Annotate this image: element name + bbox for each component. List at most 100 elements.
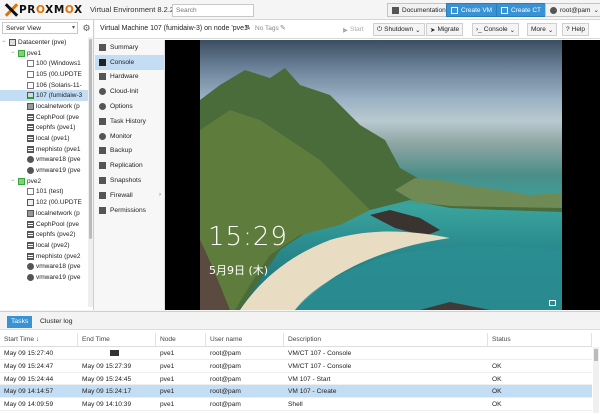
tree-item-storage[interactable]: local (pve2) (0, 240, 88, 251)
tree-item-node[interactable]: − pve2 (0, 176, 88, 187)
chevron-right-icon: › (159, 192, 161, 199)
tree-item-label: mephisto (pve1 (36, 145, 81, 153)
search-input[interactable] (172, 4, 254, 17)
tree-item-storage[interactable]: vmware18 (pve (0, 261, 88, 272)
more-button[interactable]: More ⌄ (527, 23, 558, 36)
cell-node: pve1 (160, 350, 175, 357)
column-header[interactable]: Description (284, 333, 488, 346)
node-icon (18, 177, 25, 185)
cloud-icon (99, 88, 106, 96)
tree-item-storage[interactable]: vmware18 (pve (0, 155, 88, 166)
start-button[interactable]: ▶ Start (339, 23, 368, 36)
menu-item-label: Cloud-Init (110, 88, 139, 96)
create-vm-label: Create VM (461, 6, 493, 14)
scrollbar-thumb[interactable] (594, 349, 598, 361)
tree-scrollbar[interactable] (88, 37, 93, 307)
menu-item-task-history[interactable]: Task History (95, 114, 164, 129)
migrate-label: Migrate (437, 26, 460, 33)
menu-item-label: Options (110, 103, 133, 111)
proxmox-x-icon (4, 3, 18, 17)
column-header[interactable]: User name (206, 333, 284, 346)
tree-item-vm[interactable]: 106 (Solaris-11- (0, 80, 88, 91)
tree-item-vm[interactable]: 105 (00.UPDTE (0, 69, 88, 80)
table-row[interactable]: May 09 14:09:59 May 09 14:10:39 pve1 roo… (0, 398, 592, 411)
tree-item-label: vmware19 (pve (36, 273, 81, 281)
tree-item-storage[interactable]: vmware19 (pve (0, 272, 88, 283)
vm-icon (27, 70, 34, 78)
menu-item-firewall[interactable]: Firewall › (95, 188, 164, 203)
tree-item-label: vmware18 (pve (36, 156, 81, 164)
tree-item-storage[interactable]: CephPool (pve (0, 112, 88, 123)
collapse-icon[interactable]: − (11, 178, 18, 184)
lock-screen[interactable]: 15:29 5月9日 (木) (200, 40, 562, 310)
tree-item-vm-selected[interactable]: 107 (fumidaiw-3 (0, 90, 88, 102)
scrollbar-thumb[interactable] (89, 39, 92, 239)
tree-item-datacenter[interactable]: − Datacenter (pve) (0, 37, 88, 48)
tree-item-sdn[interactable]: localnetwork (p (0, 208, 88, 219)
storage-icon (27, 124, 34, 132)
menu-item-backup[interactable]: Backup (95, 144, 164, 159)
table-row-selected[interactable]: May 09 14:14:57 May 09 15:24:17 pve1 roo… (0, 385, 592, 399)
pencil-icon[interactable]: ✎ (245, 24, 251, 32)
collapse-icon[interactable]: − (11, 50, 18, 56)
help-button[interactable]: ? Help (562, 23, 589, 36)
table-row[interactable]: May 09 15:27:40 pve1 root@pam VM/CT 107 … (0, 347, 592, 360)
tree-item-label: cephfs (pve2) (36, 231, 76, 239)
menu-item-label: Firewall (110, 191, 133, 199)
tree-item-storage[interactable]: CephPool (pve (0, 219, 88, 230)
tree-item-storage[interactable]: cephfs (pve1) (0, 123, 88, 134)
column-header[interactable]: Start Time ↓ (0, 333, 78, 346)
menu-item-permissions[interactable]: Permissions (95, 203, 164, 218)
vm-toolbar: Virtual Machine 107 (fumidaiw-3) on node… (95, 20, 600, 39)
cloud-icon (27, 263, 34, 271)
menu-item-options[interactable]: Options (95, 99, 164, 114)
menu-item-snapshots[interactable]: Snapshots (95, 173, 164, 188)
column-header[interactable]: Status (488, 333, 592, 346)
storage-icon (27, 135, 34, 143)
shutdown-label: Shutdown (384, 26, 414, 33)
tree-item-label: 101 (test) (36, 188, 64, 196)
menu-item-replication[interactable]: Replication (95, 158, 164, 173)
menu-item-summary[interactable]: Summary (95, 40, 164, 55)
create-vm-button[interactable]: Create VM (446, 3, 498, 17)
template-icon (27, 199, 34, 207)
pencil-icon[interactable]: ✎ (280, 24, 286, 32)
menu-item-console[interactable]: Console (95, 54, 164, 70)
console-button[interactable]: ›_ Console ⌄ (472, 23, 520, 36)
menu-item-label: Replication (110, 162, 143, 170)
user-menu-button[interactable]: root@pam ⌄ (545, 3, 600, 17)
cell-description: VM/CT 107 - Console (288, 362, 352, 370)
tree-item-vm[interactable]: 102 (00.UPDTE (0, 197, 88, 208)
tree-item-vm[interactable]: 100 (Windows1 (0, 58, 88, 69)
tree-item-storage[interactable]: vmware19 (pve (0, 165, 88, 176)
log-scrollbar[interactable] (593, 347, 599, 413)
gear-icon (99, 103, 106, 111)
menu-item-hardware[interactable]: Hardware (95, 70, 164, 85)
tab-cluster-log[interactable]: Cluster log (36, 316, 77, 328)
column-header[interactable]: End Time (78, 333, 156, 346)
vm-icon (27, 81, 34, 89)
shutdown-button[interactable]: ⏻ Shutdown ⌄ (373, 23, 425, 36)
tree-item-label: pve1 (27, 49, 42, 57)
migrate-button[interactable]: ➤ Migrate (426, 23, 464, 36)
documentation-button[interactable]: Documentation (387, 3, 451, 17)
server-view-select[interactable]: Server View ▾ (2, 22, 78, 34)
tab-tasks[interactable]: Tasks (7, 316, 33, 328)
column-header[interactable]: Node (156, 333, 206, 346)
table-row[interactable]: May 09 15:24:47 May 09 15:27:39 pve1 roo… (0, 360, 592, 373)
gear-icon[interactable]: ⚙ (81, 23, 92, 34)
table-row[interactable]: May 09 15:24:44 May 09 15:24:45 pve1 roo… (0, 373, 592, 386)
menu-item-cloud-init[interactable]: Cloud-Init (95, 84, 164, 99)
tags-label[interactable]: No Tags (255, 25, 279, 32)
tree-item-node[interactable]: − pve1 (0, 48, 88, 59)
menu-item-monitor[interactable]: Monitor (95, 129, 164, 144)
tree-item-storage[interactable]: mephisto (pve1 (0, 144, 88, 155)
tree-item-storage[interactable]: mephisto (pve2 (0, 251, 88, 262)
tree-item-sdn[interactable]: localnetwork (p (0, 101, 88, 112)
tree-item-storage[interactable]: local (pve1) (0, 133, 88, 144)
collapse-icon[interactable]: − (2, 39, 9, 45)
tree-item-storage[interactable]: cephfs (pve2) (0, 229, 88, 240)
vm-console[interactable]: 15:29 5月9日 (木) (165, 40, 600, 310)
tree-item-vm[interactable]: 101 (test) (0, 187, 88, 198)
create-ct-button[interactable]: Create CT (496, 3, 546, 17)
